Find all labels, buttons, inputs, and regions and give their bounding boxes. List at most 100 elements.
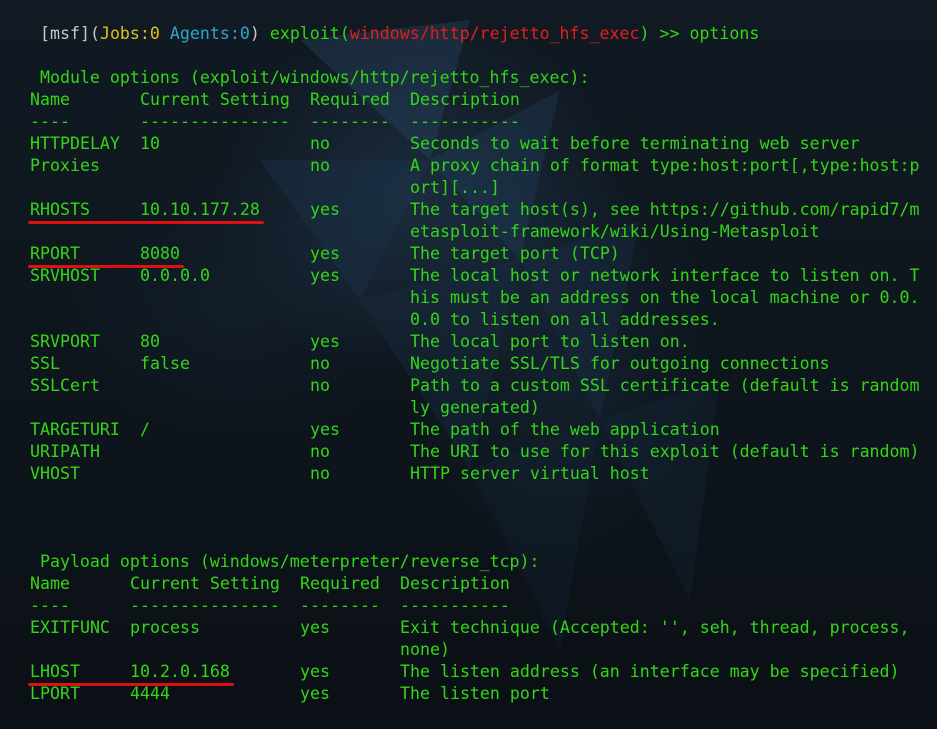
option-description-vhost: HTTP server virtual host <box>410 464 650 483</box>
table-row-continuation: etasploit-framework/wiki/Using-Metasploi… <box>0 221 937 243</box>
payload-options-header-description: Description <box>400 574 510 593</box>
option-setting-srvhost: 0.0.0.0 <box>140 266 210 285</box>
option-description-lport: The listen port <box>400 684 550 703</box>
option-setting-lhost: 10.2.0.168 <box>130 662 230 681</box>
table-row: HTTPDELAY 10 no Seconds to wait before term… <box>0 133 937 155</box>
table-row: URIPATH no The URI to use for this exploit… <box>0 441 937 463</box>
payload-options-header-setting: Current Setting <box>130 574 280 593</box>
option-description-uripath: The URI to use for this exploit (default… <box>410 442 920 461</box>
module-options-separator-row: ---- --------------- -------- ----------- <box>0 111 937 133</box>
option-name-lport: LPORT <box>30 684 80 703</box>
table-row-continuation: none) <box>0 639 937 661</box>
table-row: SSL false no Negotiate SSL/TLS for outgoing… <box>0 353 937 375</box>
payload-options-header-row: Name Current Setting Required Description <box>0 573 937 595</box>
red-annotation-underline <box>28 683 234 686</box>
option-required-lhost: yes <box>300 662 330 681</box>
red-annotation-underline <box>28 221 264 224</box>
terminal-output[interactable]: [msf](Jobs:0 Agents:0) exploit(windows/h… <box>0 1 937 705</box>
payload-options-separator-required: -------- <box>300 596 380 615</box>
table-row: EXITFUNC process yes Exit technique (Accept… <box>0 617 937 639</box>
option-name-httpdelay: HTTPDELAY <box>30 134 120 153</box>
table-row-continuation: ly generated) <box>0 397 937 419</box>
payload-options-heading: Payload options (windows/meterpreter/rev… <box>0 529 937 571</box>
option-setting-httpdelay: 10 <box>140 134 160 153</box>
option-description-exitfunc: Exit technique (Accepted: '', seh, threa… <box>400 618 910 637</box>
option-description-proxies: A proxy chain of format type:host:port[,… <box>410 156 920 175</box>
option-required-vhost: no <box>310 464 330 483</box>
payload-options-separator-row: ---- --------------- -------- ----------- <box>0 595 937 617</box>
table-row: VHOST no HTTP server virtual host <box>0 463 937 485</box>
table-row: SRVHOST 0.0.0.0 yes The local host or netwo… <box>0 265 937 287</box>
option-required-httpdelay: no <box>310 134 330 153</box>
table-row: RPORT 8080 yes The target port (TCP) <box>0 243 937 268</box>
module-options-header-row: Name Current Setting Required Description <box>0 89 937 111</box>
module-options-separator-name: ---- <box>30 112 70 131</box>
option-description-sslcert-cont: ly generated) <box>410 398 540 417</box>
option-name-srvhost: SRVHOST <box>30 266 100 285</box>
table-row-continuation: his must be an address on the local mach… <box>0 287 937 309</box>
option-required-uripath: no <box>310 442 330 461</box>
option-required-srvhost: yes <box>310 266 340 285</box>
option-name-rport: RPORT <box>30 244 80 263</box>
table-row-continuation: ort][...] <box>0 177 937 199</box>
table-row: Proxies no A proxy chain of format type:ho… <box>0 155 937 177</box>
module-options-header-description: Description <box>410 90 520 109</box>
table-row: RHOSTS 10.10.177.28 yes The target host(s),… <box>0 199 937 224</box>
table-row: LHOST 10.2.0.168 yes The listen address (an… <box>0 661 937 686</box>
option-setting-targeturi: / <box>140 420 150 439</box>
option-description-lhost: The listen address (an interface may be … <box>400 662 900 681</box>
option-required-srvport: yes <box>310 332 340 351</box>
option-description-sslcert: Path to a custom SSL certificate (defaul… <box>410 376 920 395</box>
option-description-srvhost: The local host or network interface to l… <box>410 266 920 285</box>
payload-options-header-required: Required <box>300 574 380 593</box>
option-required-lport: yes <box>300 684 330 703</box>
option-setting-rhosts: 10.10.177.28 <box>140 200 260 219</box>
option-name-targeturi: TARGETURI <box>30 420 120 439</box>
table-row: TARGETURI / yes The path of the web applica… <box>0 419 937 441</box>
option-description-ssl: Negotiate SSL/TLS for outgoing connectio… <box>410 354 830 373</box>
module-options-header-setting: Current Setting <box>140 90 290 109</box>
option-description-proxies-cont: ort][...] <box>410 178 500 197</box>
option-required-exitfunc: yes <box>300 618 330 637</box>
option-name-ssl: SSL <box>30 354 60 373</box>
option-required-rport: yes <box>310 244 340 263</box>
option-name-vhost: VHOST <box>30 464 80 483</box>
red-annotation-underline <box>28 265 184 268</box>
option-description-targeturi: The path of the web application <box>410 420 720 439</box>
option-name-uripath: URIPATH <box>30 442 100 461</box>
option-required-sslcert: no <box>310 376 330 395</box>
option-name-srvport: SRVPORT <box>30 332 100 351</box>
option-name-exitfunc: EXITFUNC <box>30 618 110 637</box>
module-options-separator-required: -------- <box>310 112 390 131</box>
option-required-ssl: no <box>310 354 330 373</box>
option-name-rhosts: RHOSTS <box>30 200 90 219</box>
payload-options-separator-name: ---- <box>30 596 70 615</box>
table-row: SSLCert no Path to a custom SSL certificat… <box>0 375 937 397</box>
table-row-continuation: 0.0 to listen on all addresses. <box>0 309 937 331</box>
option-setting-exitfunc: process <box>130 618 200 637</box>
module-options-heading: Module options (exploit/windows/http/rej… <box>0 45 937 87</box>
option-description-srvhost-cont: his must be an address on the local mach… <box>410 288 920 307</box>
payload-options-header-name: Name <box>30 574 70 593</box>
option-setting-lport: 4444 <box>130 684 170 703</box>
table-row: SRVPORT 80 yes The local port to listen on. <box>0 331 937 353</box>
option-description-srvhost-cont: 0.0 to listen on all addresses. <box>410 310 720 329</box>
option-description-srvport: The local port to listen on. <box>410 332 690 351</box>
module-options-table: Name Current Setting Required Description --… <box>0 89 937 485</box>
module-options-separator-setting: --------------- <box>140 112 290 131</box>
module-options-header-required: Required <box>310 90 390 109</box>
option-setting-ssl: false <box>140 354 190 373</box>
option-required-targeturi: yes <box>310 420 340 439</box>
option-description-rport: The target port (TCP) <box>410 244 620 263</box>
table-row: LPORT 4444 yes The listen port <box>0 683 937 705</box>
option-setting-rport: 8080 <box>140 244 180 263</box>
option-name-proxies: Proxies <box>30 156 100 175</box>
payload-options-table: Name Current Setting Required Description --… <box>0 573 937 705</box>
payload-options-separator-setting: --------------- <box>130 596 280 615</box>
option-name-sslcert: SSLCert <box>30 376 100 395</box>
